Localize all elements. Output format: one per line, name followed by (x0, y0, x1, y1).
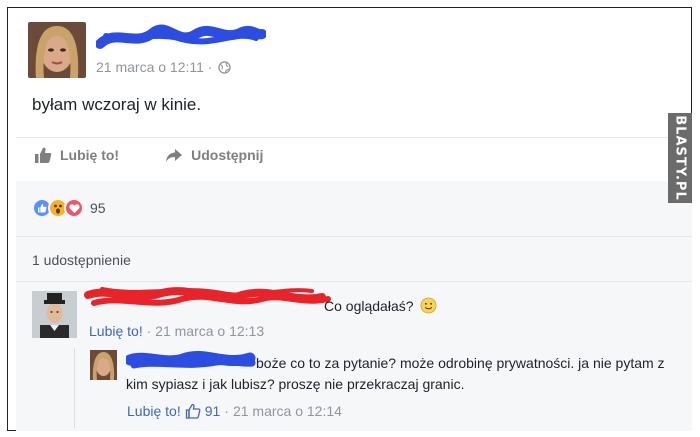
divider (16, 236, 692, 237)
shares-count[interactable]: 1 udostępnienie (32, 252, 131, 268)
smile-emoji-icon (420, 297, 436, 314)
comment-meta: Lubię to! · 21 marca o 12:13 (89, 323, 265, 339)
globe-icon (218, 60, 232, 74)
divider (16, 137, 692, 138)
share-button[interactable]: Udostępnij (165, 146, 263, 164)
redacted-commenter-name (84, 287, 331, 306)
redacted-author-name (95, 24, 267, 49)
commenter-avatar[interactable] (32, 291, 77, 338)
post-actions: Lubię to! Udostępnij (34, 146, 263, 164)
like-button[interactable]: Lubię to! (34, 146, 119, 164)
avatar[interactable] (28, 22, 86, 78)
reply-timestamp[interactable]: 21 marca o 12:14 (233, 403, 342, 419)
comment-like-link[interactable]: Lubię to! (89, 323, 143, 339)
share-arrow-icon (166, 149, 183, 162)
reply-like-count[interactable]: 91 (205, 403, 221, 419)
post-meta: 21 marca o 12:11 · (95, 22, 267, 75)
divider (16, 281, 692, 282)
comment-text: Co oglądałaś? (324, 297, 437, 314)
post-header: 21 marca o 12:11 · (28, 22, 267, 78)
post-text: byłam wczoraj w kinie. (32, 95, 202, 114)
reply-avatar[interactable] (90, 350, 117, 380)
reply-meta: Lubię to! 91 · 21 marca o 12:14 (127, 403, 342, 419)
reply-like-link[interactable]: Lubię to! (127, 403, 181, 419)
post-timestamp[interactable]: 21 marca o 12:11 · (96, 59, 266, 75)
thumbs-up-icon (35, 147, 52, 163)
reply-thread-line (74, 348, 75, 428)
reaction-count[interactable]: 95 (90, 200, 106, 216)
redacted-reply-author-name (126, 351, 256, 369)
reactions-summary[interactable]: 95 (32, 198, 106, 218)
watermark: BLASTY.PL (668, 113, 692, 203)
love-reaction-icon (64, 198, 84, 218)
thumbs-up-icon[interactable] (185, 403, 201, 419)
comment-timestamp[interactable]: 21 marca o 12:13 (155, 323, 264, 339)
